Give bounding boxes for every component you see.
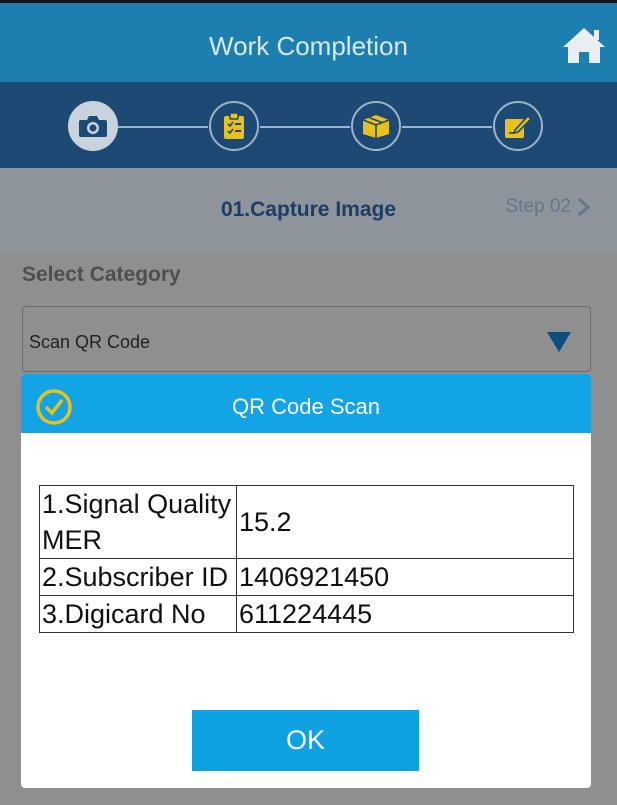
step-package[interactable]	[351, 101, 401, 151]
row-value: 611224445	[236, 595, 574, 633]
row-key: 3.Digicard No	[39, 595, 237, 633]
step-connector	[260, 126, 350, 128]
row-key: 2.Subscriber ID	[39, 558, 237, 596]
dialog-header: QR Code Scan	[21, 374, 591, 433]
dialog-title: QR Code Scan	[232, 394, 380, 419]
next-step-button[interactable]: Step 02	[506, 196, 592, 218]
home-button[interactable]	[561, 25, 607, 65]
page-title: Work Completion	[209, 31, 408, 61]
step-progress-bar	[0, 82, 617, 168]
table-row: 2.Subscriber ID 1406921450	[39, 558, 574, 596]
edit-icon	[505, 114, 532, 138]
category-dropdown[interactable]: Scan QR Code	[22, 306, 591, 372]
qr-scan-dialog: QR Code Scan 1.Signal Quality MER 15.2 2…	[21, 374, 591, 788]
scan-result-table[interactable]: 1.Signal Quality MER 15.2 2.Subscriber I…	[39, 485, 574, 655]
table-row: 3.Digicard No 611224445	[39, 595, 574, 633]
ok-button[interactable]: OK	[192, 710, 419, 771]
box-icon	[362, 115, 390, 138]
step-header: 01.Capture Image Step 02	[0, 168, 617, 254]
dropdown-arrow-icon	[547, 332, 571, 352]
row-key: 1.Signal Quality MER	[39, 485, 237, 559]
camera-icon	[79, 116, 107, 137]
category-selected-value: Scan QR Code	[29, 332, 151, 352]
app-header: Work Completion	[0, 0, 617, 82]
step-connector	[118, 126, 208, 128]
step-connector	[402, 126, 492, 128]
row-value: 1406921450	[236, 558, 574, 596]
step-sign-off[interactable]	[493, 101, 543, 151]
step-capture-image[interactable]	[68, 101, 118, 151]
home-icon	[563, 28, 605, 63]
next-step-label: Step 02	[505, 196, 572, 217]
category-label: Select Category	[22, 263, 181, 286]
row-value: 15.2	[236, 485, 574, 559]
step-checklist[interactable]	[209, 101, 259, 151]
chevron-right-icon	[578, 197, 591, 217]
table-row: 1.Signal Quality MER 15.2	[39, 485, 574, 559]
clipboard-icon	[224, 112, 244, 139]
